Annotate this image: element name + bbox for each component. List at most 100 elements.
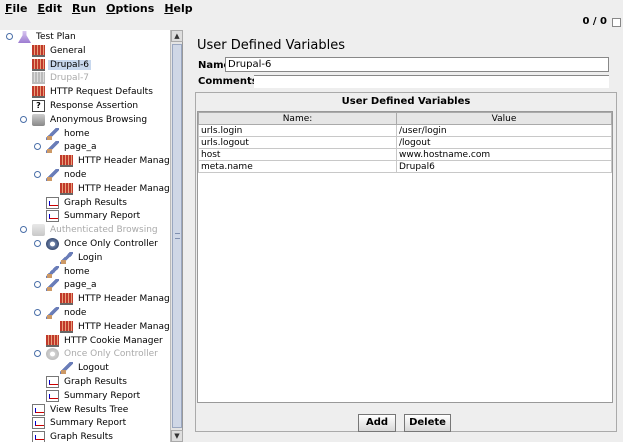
menu-file[interactable]: File — [0, 2, 33, 15]
menu-run[interactable]: Run — [67, 2, 101, 15]
config-element-icon — [60, 155, 73, 168]
sampler-icon — [46, 265, 59, 278]
tree-item-label: Logout — [78, 363, 109, 374]
test-plan-tree[interactable]: Test Plan General Drupal-6 Drupal-7 HTTP Req… — [0, 30, 183, 442]
variable-name-cell[interactable]: host — [198, 148, 397, 161]
tree-scrollbar[interactable]: ▲ ▼ — [170, 30, 183, 442]
config-element-icon — [32, 86, 45, 99]
listener-icon — [46, 196, 59, 209]
tree-item[interactable]: page_a — [34, 278, 99, 292]
tree-item-label: Summary Report — [64, 211, 141, 222]
variable-value-cell[interactable]: www.hostname.com — [396, 148, 612, 161]
tree-item[interactable]: Summary Report — [46, 389, 142, 403]
variable-name-cell[interactable]: meta.name — [198, 160, 397, 173]
tree-item-label: HTTP Header Manager — [78, 183, 179, 194]
listener-icon — [46, 210, 59, 223]
variables-table-title: User Defined Variables — [341, 96, 471, 107]
tree-item[interactable]: Authenticated Browsing — [20, 223, 160, 237]
tree-item[interactable]: node — [34, 168, 88, 182]
tree-item[interactable]: Graph Results — [46, 375, 129, 389]
tree-toggle-icon[interactable] — [34, 240, 41, 247]
table-row[interactable]: urls.logout/logout — [198, 136, 612, 149]
listener-icon — [32, 417, 45, 430]
tree-toggle-icon[interactable] — [6, 33, 13, 40]
tree-item[interactable]: Once Only Controller — [34, 237, 160, 251]
tree-item[interactable]: Anonymous Browsing — [20, 113, 149, 127]
table-row[interactable]: urls.login/user/login — [198, 124, 612, 137]
tree-item[interactable]: HTTP Header Manager — [60, 320, 181, 334]
tree-item-label: Response Assertion — [50, 101, 139, 111]
tree-item[interactable]: Test Plan — [6, 30, 78, 44]
tree-item[interactable]: home — [46, 127, 92, 141]
name-field[interactable] — [225, 57, 609, 72]
variables-table-area[interactable]: Name: Value urls.login/user/login urls.lo… — [197, 111, 613, 403]
tree-item-label: HTTP Header Manager — [78, 294, 179, 305]
tree-item[interactable]: Graph Results — [46, 196, 129, 210]
tree-item[interactable]: General — [32, 44, 87, 58]
menu-options[interactable]: Options — [101, 2, 159, 15]
delete-button[interactable]: Delete — [404, 414, 451, 432]
test-plan-icon — [18, 31, 31, 43]
comments-field[interactable] — [254, 75, 609, 88]
variable-value-cell[interactable]: /logout — [396, 136, 612, 149]
tree-toggle-icon[interactable] — [20, 115, 27, 123]
tree-item[interactable]: node — [34, 306, 88, 320]
tree-item[interactable]: Once Only Controller — [34, 347, 160, 361]
tree-item[interactable]: View Results Tree — [32, 403, 130, 417]
listener-icon — [32, 431, 45, 442]
variable-value-cell[interactable]: /user/login — [396, 124, 612, 137]
menu-help[interactable]: Help — [159, 2, 197, 15]
add-button[interactable]: Add — [358, 414, 396, 432]
tree-item[interactable]: Login — [60, 251, 104, 265]
variable-name-cell[interactable]: urls.login — [198, 124, 397, 137]
tree-item[interactable]: home — [46, 265, 92, 279]
tree-item[interactable]: HTTP Header Manager — [60, 182, 181, 196]
warning-indicator-icon[interactable] — [612, 18, 621, 27]
tree-item[interactable]: Logout — [60, 361, 111, 375]
listener-icon — [46, 376, 59, 388]
table-row[interactable]: meta.name Drupal6 — [198, 160, 612, 173]
tree-item-label: Drupal-7 — [50, 73, 90, 84]
tree-item-label: Drupal-6 — [48, 59, 92, 70]
tree-toggle-icon[interactable] — [34, 281, 41, 289]
tree-toggle-icon[interactable] — [34, 350, 41, 358]
menu-mnemonic: H — [164, 1, 174, 15]
menu-label: ptions — [115, 1, 155, 15]
tree-item[interactable]: Summary Report — [32, 416, 128, 430]
config-element-icon — [60, 293, 73, 306]
tree-item-label: page_a — [64, 280, 97, 291]
column-header-value[interactable]: Value — [396, 112, 612, 125]
tree-toggle-icon[interactable] — [20, 226, 27, 234]
tree-item[interactable]: Drupal-7 — [32, 71, 91, 85]
controller-icon — [46, 348, 59, 361]
tree-item[interactable]: HTTP Header Manager — [60, 154, 181, 168]
tree-toggle-icon[interactable] — [34, 309, 41, 316]
tree-item[interactable]: Summary Report — [46, 209, 142, 223]
column-header-name[interactable]: Name: — [198, 112, 397, 125]
thread-group-icon — [32, 224, 45, 237]
tree-item[interactable]: Graph Results — [32, 430, 115, 442]
tree-toggle-icon[interactable] — [34, 171, 41, 178]
scroll-down-icon[interactable]: ▼ — [171, 430, 183, 442]
tree-item[interactable]: ? Response Assertion — [32, 99, 140, 113]
scroll-thumb[interactable] — [172, 44, 182, 428]
sampler-icon — [60, 362, 73, 375]
scroll-up-icon[interactable]: ▲ — [171, 30, 183, 42]
config-element-icon — [32, 72, 45, 85]
controller-icon — [46, 238, 59, 250]
tree-item[interactable]: HTTP Request Defaults — [32, 85, 155, 99]
tree-item[interactable]: HTTP Cookie Manager — [46, 334, 165, 348]
tree-item[interactable]: Drupal-6 — [32, 58, 92, 72]
toolbar: 0 / 0 — [0, 16, 623, 30]
tree-item[interactable]: page_a — [34, 140, 99, 154]
variable-value-cell[interactable]: Drupal6 — [396, 160, 612, 173]
tree-toggle-icon[interactable] — [34, 143, 41, 151]
variable-name-cell[interactable]: urls.logout — [198, 136, 397, 149]
variables-table[interactable]: Name: Value urls.login/user/login urls.lo… — [198, 112, 612, 173]
tree-item[interactable]: HTTP Header Manager — [60, 292, 181, 306]
table-row[interactable]: host www.hostname.com — [198, 148, 612, 161]
tree-item-label: Graph Results — [50, 432, 113, 442]
sampler-icon — [46, 279, 59, 292]
tree-item-label: Summary Report — [64, 390, 141, 401]
menu-edit[interactable]: Edit — [33, 2, 67, 15]
